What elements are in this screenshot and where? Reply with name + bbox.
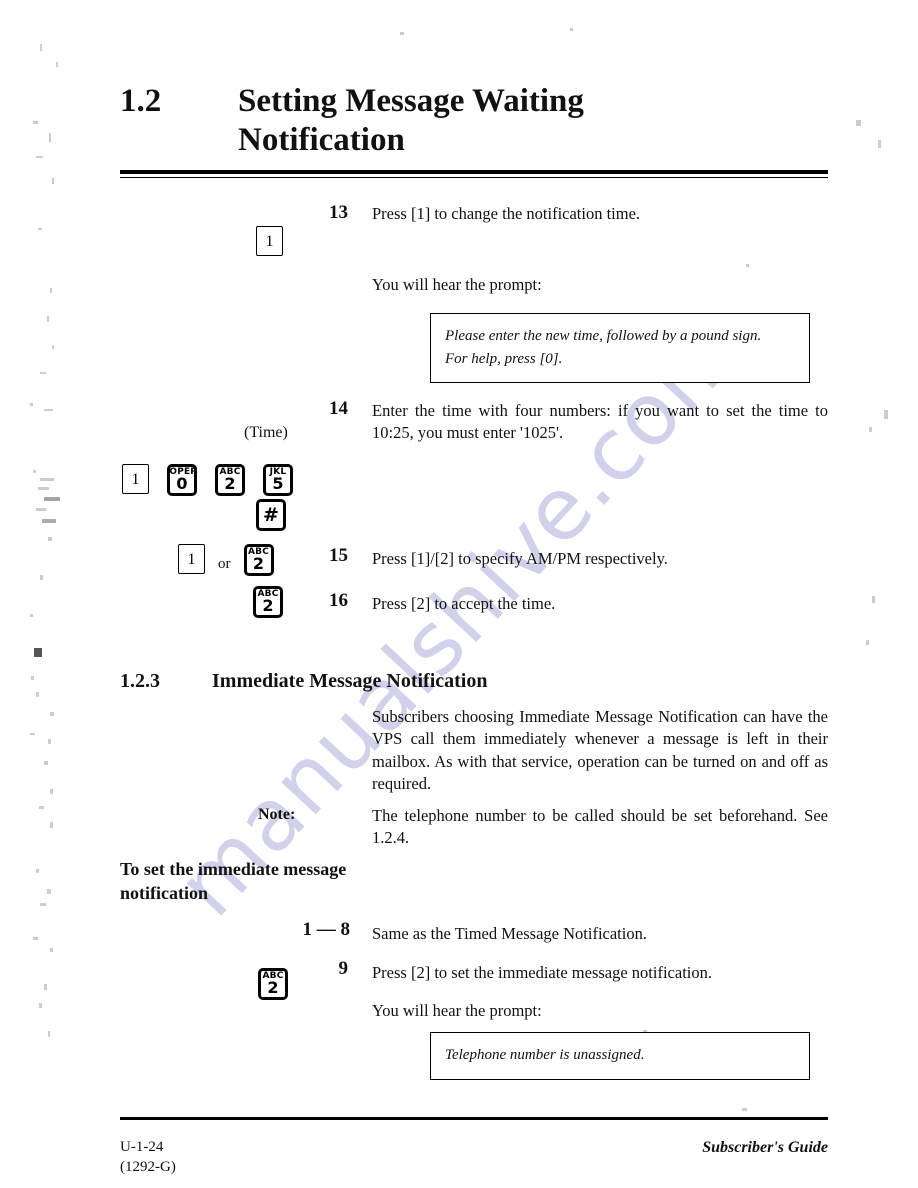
phone-key-pound-icon[interactable]: # bbox=[256, 499, 286, 531]
step-number-13: 13 bbox=[329, 202, 348, 223]
voice-prompt-line: Please enter the new time, followed by a… bbox=[445, 328, 762, 344]
footer-left: U-1-24 (1292-G) bbox=[120, 1138, 176, 1177]
procedure-lead-heading: To set the immediate message notificatio… bbox=[120, 859, 347, 903]
phone-key-1-icon[interactable]: 1 bbox=[178, 544, 205, 574]
step-number-15: 15 bbox=[329, 545, 348, 566]
phone-key-2-abc-icon[interactable]: ABC 2 bbox=[258, 968, 288, 1000]
voice-prompt-box-2: Telephone number is unassigned. bbox=[430, 1032, 810, 1080]
phone-key-1-icon[interactable]: 1 bbox=[122, 464, 149, 494]
phone-key-5-jkl-icon[interactable]: JKL 5 bbox=[263, 464, 293, 496]
footer-doc-code: (1292-G) bbox=[120, 1158, 176, 1175]
phone-key-1-icon[interactable]: 1 bbox=[256, 226, 283, 256]
step-14-keys: 1 OPER 0 ABC 2 JKL 5 bbox=[122, 464, 293, 496]
page-title-number: 1.2 bbox=[120, 83, 162, 119]
section-title: Immediate Message Notification bbox=[212, 670, 488, 692]
step-text-14: Enter the time with four numbers: if you… bbox=[372, 401, 828, 443]
step-number-1-8: 1 — 8 bbox=[302, 919, 351, 940]
step-number-9: 9 bbox=[338, 958, 349, 979]
page-title: 1.2 Setting Message Waiting Notification bbox=[120, 82, 840, 160]
footer-guide-name: Subscriber's Guide bbox=[702, 1139, 828, 1156]
section-body-text: Subscribers choosing Immediate Message N… bbox=[372, 707, 828, 794]
voice-prompt-box-1: Please enter the new time, followed by a… bbox=[430, 313, 810, 383]
phone-key-digit: 5 bbox=[272, 474, 284, 493]
step-9-keys: ABC 2 bbox=[258, 968, 288, 1000]
step-text-9: Press [2] to set the immediate message n… bbox=[372, 963, 712, 982]
step-14-key-pound: # bbox=[256, 499, 286, 531]
step-text-13: Press [1] to change the notification tim… bbox=[372, 204, 641, 223]
note-text: The telephone number to be called should… bbox=[372, 806, 828, 848]
step-text-15: Press [1]/[2] to specify AM/PM respectiv… bbox=[372, 549, 668, 568]
phone-key-digit: 2 bbox=[267, 978, 279, 997]
phone-key-digit: 2 bbox=[252, 554, 265, 573]
step-text-1-8: Same as the Timed Message Notification. bbox=[372, 924, 647, 943]
step-text-16: Press [2] to accept the time. bbox=[372, 594, 556, 613]
step-13-keys: 1 bbox=[256, 226, 283, 256]
step-number-16: 16 bbox=[329, 590, 348, 611]
phone-key-letters: OPER bbox=[169, 467, 198, 477]
phone-key-digit: 2 bbox=[262, 596, 274, 615]
phone-key-2-abc-icon[interactable]: ABC 2 bbox=[215, 464, 245, 496]
step-number-14: 14 bbox=[329, 398, 348, 419]
footer-page-code: U-1-24 bbox=[120, 1139, 164, 1155]
phone-key-2-abc-icon[interactable]: ABC 2 bbox=[243, 544, 274, 576]
footer-rule bbox=[120, 1117, 828, 1120]
phone-key-digit: 2 bbox=[224, 474, 236, 493]
or-label: or bbox=[218, 556, 231, 572]
phone-key-2-abc-icon[interactable]: ABC 2 bbox=[253, 586, 283, 618]
prompt-intro-1: You will hear the prompt: bbox=[372, 275, 542, 294]
voice-prompt-line: Telephone number is unassigned. bbox=[445, 1047, 645, 1063]
page-title-text: Setting Message Waiting Notification bbox=[238, 83, 584, 158]
step-15-keys: 1 or ABC 2 bbox=[178, 544, 274, 576]
prompt-intro-2: You will hear the prompt: bbox=[372, 1001, 542, 1020]
document-page: manualshive.com 1.2 Setting Message Wait… bbox=[0, 0, 918, 1188]
voice-prompt-line: For help, press [0]. bbox=[445, 350, 563, 367]
section-heading: 1.2.3 Immediate Message Notification bbox=[120, 670, 840, 693]
note-label: Note: bbox=[258, 806, 296, 823]
phone-key-digit: 0 bbox=[176, 474, 188, 493]
title-rule-thick bbox=[120, 170, 828, 174]
section-number: 1.2.3 bbox=[120, 670, 160, 692]
phone-key-0-oper-icon[interactable]: OPER 0 bbox=[167, 464, 197, 496]
step-16-keys: ABC 2 bbox=[253, 586, 283, 618]
title-rule-thin bbox=[120, 177, 828, 178]
step-14-sublabel: (Time) bbox=[244, 424, 288, 441]
